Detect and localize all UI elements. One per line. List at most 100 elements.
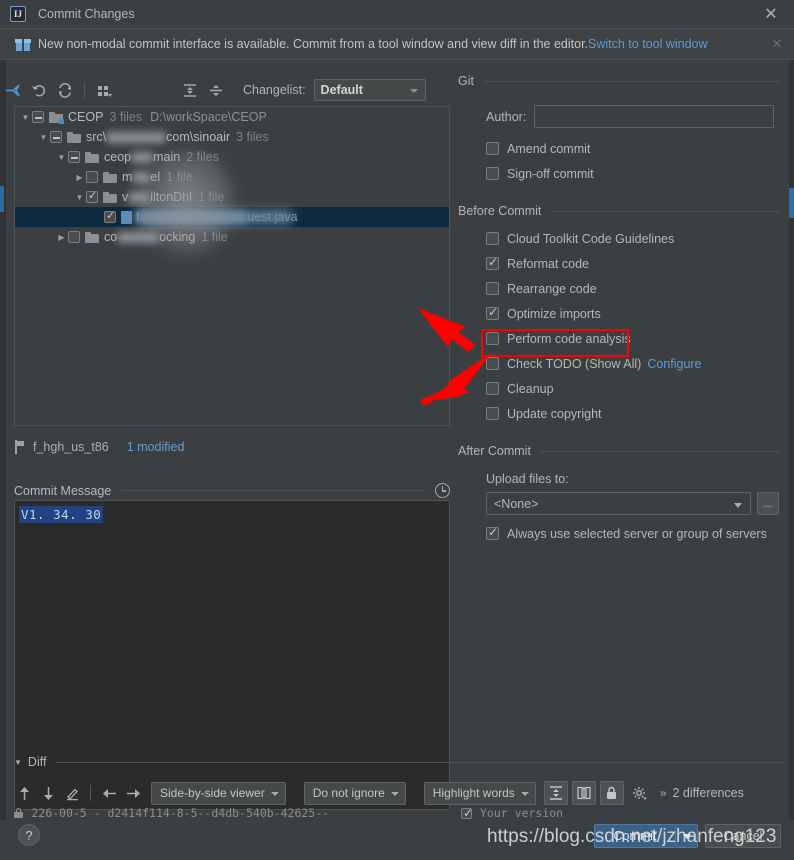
sync-scroll-icon[interactable]: [571, 781, 596, 805]
highlight-policy-value: Highlight words: [432, 786, 515, 800]
changes-toolbar: Changelist: Default: [0, 74, 458, 106]
update-copyright-row[interactable]: Update copyright: [458, 401, 794, 426]
read-only-lock-icon[interactable]: [599, 781, 624, 805]
collapse-all-icon[interactable]: [203, 78, 229, 102]
tree-row-selected[interactable]: f uest.java: [15, 207, 449, 227]
tree-node-name-suffix: com\sinoair: [166, 130, 231, 144]
rearrange-code-checkbox[interactable]: [486, 282, 499, 295]
tree-node-name-suffix: ocking: [159, 230, 196, 244]
refresh-icon[interactable]: [52, 78, 78, 102]
tree-row[interactable]: ▼ ceop main 2 files: [15, 147, 449, 167]
tree-checkbox[interactable]: [32, 111, 44, 123]
notification-banner: New non-modal commit interface is availa…: [0, 28, 794, 60]
sign-off-commit-row[interactable]: Sign-off commit: [458, 161, 794, 186]
changelist-combo[interactable]: Default: [313, 79, 426, 101]
optimize-imports-checkbox[interactable]: [486, 305, 499, 320]
title-bar: IJ Commit Changes ✕: [0, 0, 794, 28]
next-difference-icon[interactable]: [36, 781, 60, 805]
window-title: Commit Changes: [38, 7, 135, 21]
configure-todo-link[interactable]: Configure: [647, 357, 701, 371]
rollback-icon[interactable]: [26, 78, 52, 102]
redacted-text: [131, 151, 154, 163]
cloud-toolkit-code-guidelines-label: Cloud Toolkit Code Guidelines: [507, 231, 675, 246]
highlight-policy-combo[interactable]: Highlight words: [423, 781, 536, 805]
close-icon[interactable]: ✕: [762, 5, 780, 23]
cloud-toolkit-code-guidelines-row[interactable]: Cloud Toolkit Code Guidelines: [458, 226, 794, 251]
diff-section-header[interactable]: ▼ Diff: [14, 755, 784, 769]
redacted-text: [106, 131, 167, 143]
tree-row[interactable]: ▶ co ocking 1 file: [15, 227, 449, 247]
reformat-code-checkbox[interactable]: [486, 255, 499, 270]
tree-twisty[interactable]: ▼: [19, 113, 32, 122]
cloud-toolkit-code-guidelines-checkbox[interactable]: [486, 232, 499, 245]
accept-left-icon[interactable]: [97, 781, 121, 805]
banner-close-icon[interactable]: ✕: [770, 37, 784, 51]
amend-commit-row[interactable]: Amend commit: [458, 136, 794, 161]
your-version-checkbox[interactable]: [461, 806, 473, 820]
changelist-label: Changelist:: [243, 83, 306, 97]
check-todo-checkbox[interactable]: [486, 357, 499, 370]
browse-servers-button[interactable]: ...: [757, 492, 779, 515]
folder-icon: [49, 111, 64, 124]
move-to-changelist-icon[interactable]: [0, 78, 26, 102]
divider: [121, 490, 425, 491]
update-copyright-label: Update copyright: [507, 406, 602, 421]
tree-row[interactable]: ▶ m el 1 file: [15, 167, 449, 187]
previous-difference-icon[interactable]: [12, 781, 36, 805]
before-commit-title: Before Commit: [458, 204, 542, 218]
tree-twisty[interactable]: ▼: [55, 153, 68, 162]
tree-twisty[interactable]: ▼: [37, 133, 50, 142]
tree-row[interactable]: ▼ src\ com\sinoair 3 files: [15, 127, 449, 147]
tree-row[interactable]: ▼ v iltonDhl 1 file: [15, 187, 449, 207]
commit-button[interactable]: Commit: [594, 824, 676, 848]
tree-checkbox[interactable]: [104, 209, 116, 223]
sign-off-commit-checkbox[interactable]: [486, 167, 499, 180]
upload-server-combo[interactable]: <None>: [486, 492, 751, 515]
always-use-server-checkbox[interactable]: [486, 525, 499, 540]
tree-row[interactable]: ▼ CEOP 3 files D:\workSpace\CEOP: [15, 107, 449, 127]
redacted-text: [117, 231, 160, 243]
tree-twisty[interactable]: ▼: [73, 193, 86, 202]
tree-twisty[interactable]: ▶: [73, 173, 86, 182]
ignore-policy-combo[interactable]: Do not ignore: [303, 781, 406, 805]
commit-dropdown-button[interactable]: [676, 824, 698, 848]
expand-all-icon[interactable]: [177, 78, 203, 102]
amend-commit-checkbox[interactable]: [486, 142, 499, 155]
update-copyright-checkbox[interactable]: [486, 407, 499, 420]
perform-code-analysis-row[interactable]: Perform code analysis: [458, 326, 794, 351]
tree-checkbox[interactable]: [68, 231, 80, 243]
tree-checkbox[interactable]: [50, 131, 62, 143]
author-field[interactable]: [534, 105, 775, 128]
perform-code-analysis-checkbox[interactable]: [486, 332, 499, 345]
accept-right-icon[interactable]: [121, 781, 145, 805]
help-button[interactable]: ?: [18, 824, 40, 846]
diff-settings-gear-icon[interactable]: [628, 781, 652, 805]
viewer-mode-value: Side-by-side viewer: [160, 786, 265, 800]
switch-to-tool-window-link[interactable]: Switch to tool window: [588, 37, 708, 51]
reformat-code-row[interactable]: Reformat code: [458, 251, 794, 276]
changes-tree[interactable]: ▼ CEOP 3 files D:\workSpace\CEOP ▼ src\ …: [14, 106, 450, 426]
diff-twisty-icon[interactable]: ▼: [14, 758, 22, 767]
clock-icon[interactable]: [435, 483, 450, 498]
viewer-mode-combo[interactable]: Side-by-side viewer: [151, 781, 286, 805]
optimize-imports-row[interactable]: Optimize imports: [458, 301, 794, 326]
modified-count[interactable]: 1 modified: [127, 440, 185, 454]
check-todo-label: Check TODO (Show All): [507, 356, 642, 371]
edit-source-icon[interactable]: [60, 781, 84, 805]
cleanup-row[interactable]: Cleanup: [458, 376, 794, 401]
group-by-icon[interactable]: [91, 78, 117, 102]
tree-twisty[interactable]: ▶: [55, 233, 68, 242]
check-todo-row[interactable]: Check TODO (Show All) Configure: [458, 351, 794, 376]
toolbar-overflow-icon[interactable]: »: [660, 786, 667, 800]
tree-checkbox[interactable]: [86, 189, 98, 203]
cleanup-checkbox[interactable]: [486, 382, 499, 395]
tree-checkbox[interactable]: [68, 151, 80, 163]
always-use-server-row[interactable]: Always use selected server or group of s…: [458, 521, 794, 546]
cleanup-label: Cleanup: [507, 381, 554, 396]
cancel-button[interactable]: Cancel: [705, 824, 781, 848]
rearrange-code-row[interactable]: Rearrange code: [458, 276, 794, 301]
collapse-unchanged-icon[interactable]: [543, 781, 568, 805]
sign-off-commit-label: Sign-off commit: [507, 166, 594, 181]
tree-node-name-prefix: ceop: [104, 150, 132, 164]
tree-checkbox[interactable]: [86, 171, 98, 183]
